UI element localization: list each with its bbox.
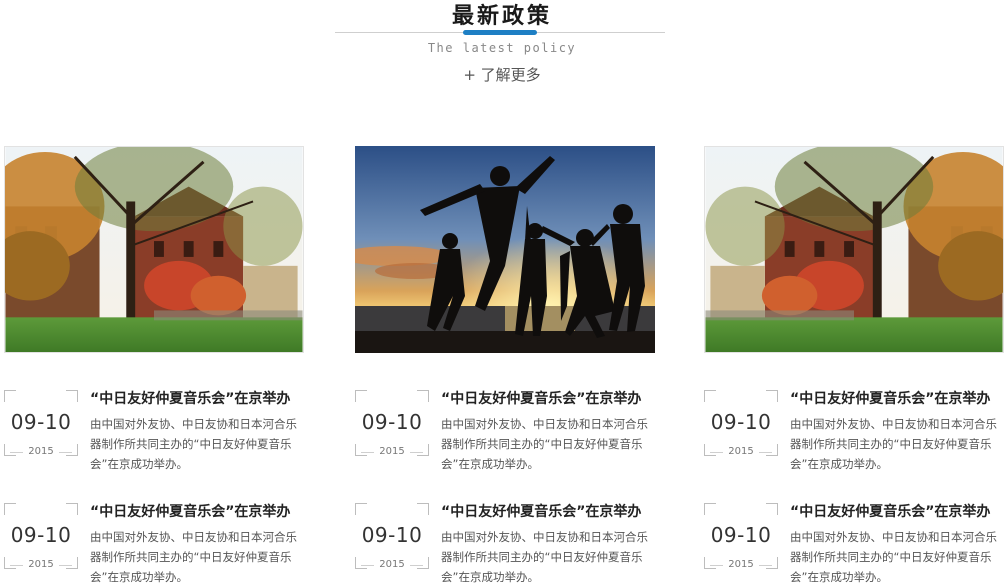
- news-title[interactable]: “中日友好仲夏音乐会”在京举办: [90, 388, 304, 408]
- news-column-3: 09-10 2015 “中日友好仲夏音乐会”在京举办 由中国对外友协、中日友协和…: [704, 146, 1004, 584]
- news-summary: 由中国对外友协、中日友协和日本河合乐器制作所共同主办的“中日友好仲夏音乐会”在京…: [441, 417, 648, 471]
- news-image-beach[interactable]: [355, 146, 655, 353]
- news-title[interactable]: “中日友好仲夏音乐会”在京举办: [90, 501, 304, 521]
- news-item[interactable]: 09-10 2015 “中日友好仲夏音乐会”在京举办 由中国对外友协、中日友协和…: [4, 388, 304, 471]
- news-column-2: 09-10 2015 “中日友好仲夏音乐会”在京举办 由中国对外友协、中日友协和…: [355, 146, 655, 584]
- news-date: 09-10: [361, 410, 423, 434]
- news-summary: 由中国对外友协、中日友协和日本河合乐器制作所共同主办的“中日友好仲夏音乐会”在京…: [90, 417, 297, 471]
- news-date: 09-10: [710, 410, 772, 434]
- news-year: 2015: [28, 559, 54, 570]
- news-item[interactable]: 09-10 2015 “中日友好仲夏音乐会”在京举办 由中国对外友协、中日友协和…: [355, 501, 655, 584]
- section-subtitle: The latest policy: [427, 41, 577, 55]
- news-year: 2015: [728, 446, 754, 457]
- date-badge: 09-10 2015: [704, 503, 778, 570]
- news-year: 2015: [728, 559, 754, 570]
- news-title[interactable]: “中日友好仲夏音乐会”在京举办: [790, 501, 1004, 521]
- news-item[interactable]: 09-10 2015 “中日友好仲夏音乐会”在京举办 由中国对外友协、中日友协和…: [704, 388, 1004, 471]
- news-year: 2015: [28, 446, 54, 457]
- section-header: 最新政策 The latest policy + 了解更多: [0, 0, 1004, 90]
- news-date: 09-10: [10, 523, 72, 547]
- news-item[interactable]: 09-10 2015 “中日友好仲夏音乐会”在京举办 由中国对外友协、中日友协和…: [704, 501, 1004, 584]
- news-date: 09-10: [361, 523, 423, 547]
- news-summary: 由中国对外友协、中日友协和日本河合乐器制作所共同主办的“中日友好仲夏音乐会”在京…: [790, 417, 997, 471]
- date-badge: 09-10 2015: [4, 503, 78, 570]
- news-year: 2015: [379, 446, 405, 457]
- news-year: 2015: [379, 559, 405, 570]
- news-item[interactable]: 09-10 2015 “中日友好仲夏音乐会”在京举办 由中国对外友协、中日友协和…: [355, 388, 655, 471]
- section-title: 最新政策: [451, 4, 552, 29]
- news-summary: 由中国对外友协、中日友协和日本河合乐器制作所共同主办的“中日友好仲夏音乐会”在京…: [90, 530, 297, 584]
- date-badge: 09-10 2015: [355, 503, 429, 570]
- news-title[interactable]: “中日友好仲夏音乐会”在京举办: [790, 388, 1004, 408]
- news-summary: 由中国对外友协、中日友协和日本河合乐器制作所共同主办的“中日友好仲夏音乐会”在京…: [790, 530, 997, 584]
- title-accent-bar: [463, 30, 537, 35]
- date-badge: 09-10 2015: [355, 390, 429, 457]
- news-date: 09-10: [10, 410, 72, 434]
- news-title[interactable]: “中日友好仲夏音乐会”在京举办: [441, 388, 655, 408]
- news-image-campus[interactable]: [704, 146, 1004, 353]
- news-image-campus[interactable]: [4, 146, 304, 353]
- date-badge: 09-10 2015: [704, 390, 778, 457]
- news-summary: 由中国对外友协、中日友协和日本河合乐器制作所共同主办的“中日友好仲夏音乐会”在京…: [441, 530, 648, 584]
- news-column-1: 09-10 2015 “中日友好仲夏音乐会”在京举办 由中国对外友协、中日友协和…: [4, 146, 304, 584]
- date-badge: 09-10 2015: [4, 390, 78, 457]
- news-item[interactable]: 09-10 2015 “中日友好仲夏音乐会”在京举办 由中国对外友协、中日友协和…: [4, 501, 304, 584]
- news-date: 09-10: [710, 523, 772, 547]
- learn-more-link[interactable]: + 了解更多: [0, 64, 1004, 85]
- news-title[interactable]: “中日友好仲夏音乐会”在京举办: [441, 501, 655, 521]
